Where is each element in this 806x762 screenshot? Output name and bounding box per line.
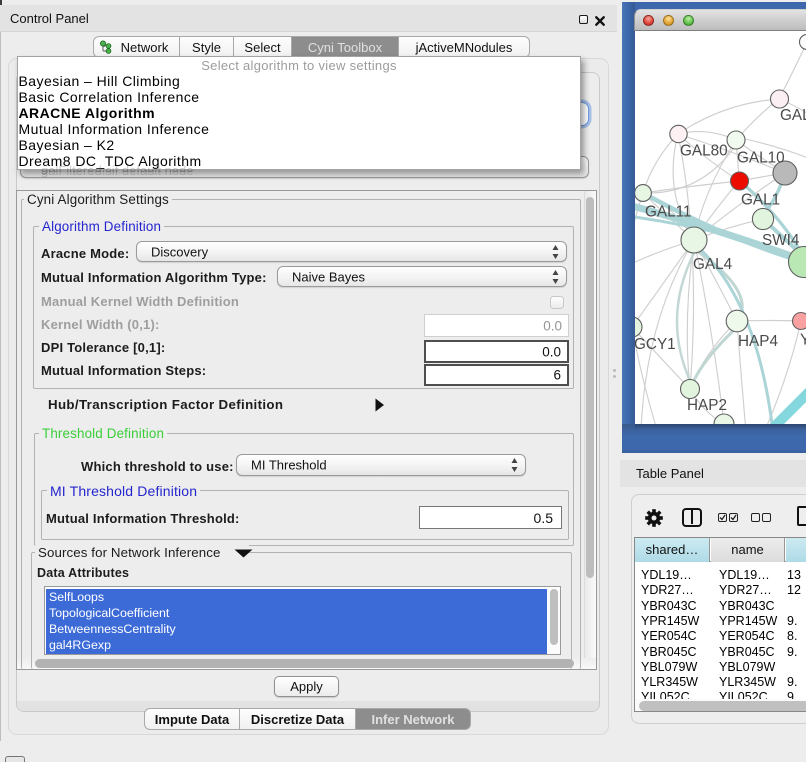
svg-text:YJ: YJ xyxy=(800,332,806,349)
svg-text:GAL80: GAL80 xyxy=(680,143,728,160)
svg-text:SWI4: SWI4 xyxy=(762,232,800,249)
svg-text:HAP4: HAP4 xyxy=(738,333,778,350)
svg-text:GAL1: GAL1 xyxy=(741,192,780,209)
svg-text:GCY1: GCY1 xyxy=(635,336,676,353)
svg-text:HAP2: HAP2 xyxy=(687,397,727,414)
svg-text:GAL8: GAL8 xyxy=(780,107,806,124)
svg-text:GAL11: GAL11 xyxy=(645,204,692,221)
svg-text:GAL4: GAL4 xyxy=(693,256,733,273)
svg-text:GAL10: GAL10 xyxy=(737,150,785,167)
